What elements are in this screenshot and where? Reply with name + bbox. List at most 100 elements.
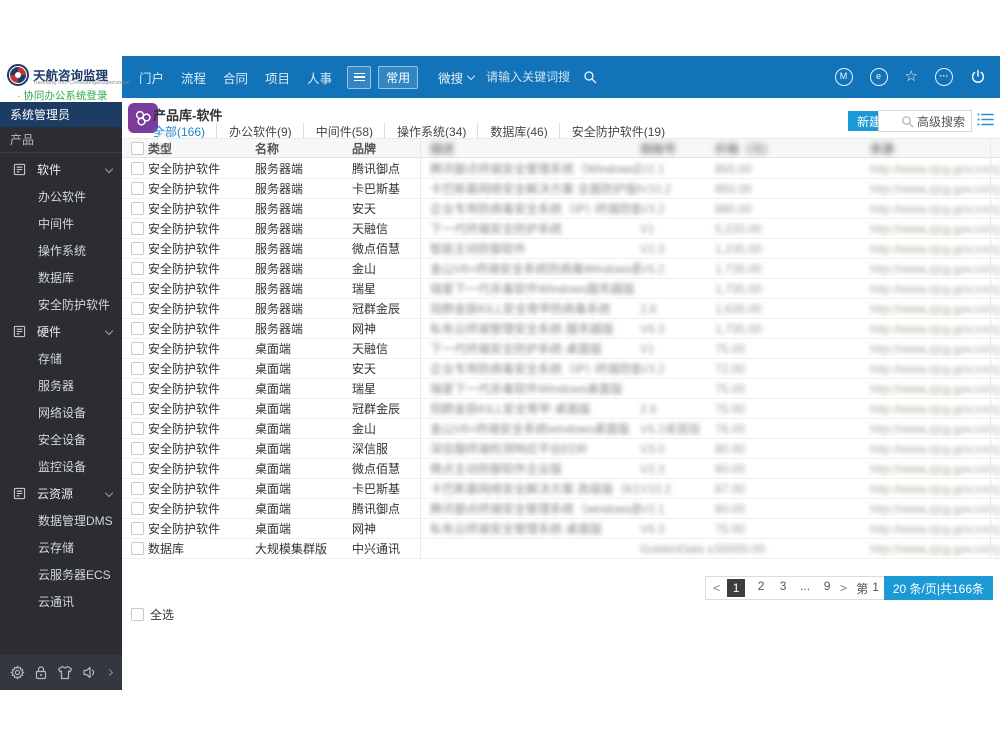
row-checkbox[interactable] [131, 242, 144, 255]
table-row[interactable]: 安全防护软件 服务器端 瑞星 瑞星下一代杀毒软件Windows服务器版 1,73… [122, 279, 1000, 299]
row-checkbox[interactable] [131, 162, 144, 175]
table-row[interactable]: 安全防护软件 桌面端 网神 私有云终端安全管理系统·桌面版 V6.3 75.00… [122, 519, 1000, 539]
sidebar-subitem[interactable]: 数据管理DMS [0, 507, 122, 534]
row-checkbox[interactable] [131, 422, 144, 435]
row-checkbox[interactable] [131, 342, 144, 355]
cell-source-link[interactable]: http://www.zjcg.gov.cn/cjkg/ [870, 542, 1000, 556]
cell-source-link[interactable]: http://www.zjcg.gov.cn/cjkg/ [870, 302, 1000, 316]
header-description[interactable]: 描述 [430, 140, 640, 157]
row-checkbox[interactable] [131, 462, 144, 475]
table-row[interactable]: 安全防护软件 服务器端 金山 金山V8+终端安全系统防病毒Windows服务器版… [122, 259, 1000, 279]
row-checkbox[interactable] [131, 302, 144, 315]
row-checkbox[interactable] [131, 502, 144, 515]
row-checkbox[interactable] [131, 522, 144, 535]
sidebar-group[interactable]: 硬件 [0, 318, 122, 345]
collapse-arrow-icon[interactable] [106, 668, 114, 677]
theme-shirt-icon[interactable] [57, 665, 73, 680]
header-source[interactable]: 来源 [870, 140, 1000, 157]
topnav-item[interactable]: 门户 [139, 68, 164, 87]
cell-source-link[interactable]: http://www.zjcg.gov.cn/cjkg/ [870, 322, 1000, 336]
select-all-checkbox[interactable] [131, 608, 144, 621]
m-badge-icon[interactable]: M [834, 68, 853, 86]
topnav-item[interactable]: 项目 [265, 68, 290, 87]
table-row[interactable]: 安全防护软件 桌面端 冠群金辰 冠群金辰KILL安全胄甲·桌面版 2.6 75.… [122, 399, 1000, 419]
select-all-header-checkbox[interactable] [131, 141, 144, 155]
page-size-summary-badge[interactable]: 20 条/页|共166条 [883, 576, 993, 600]
sidebar-subitem[interactable]: 网络设备 [0, 399, 122, 426]
oa-login-link[interactable]: · 协同办公系统登录 [17, 88, 107, 103]
cell-source-link[interactable]: http://www.zjcg.gov.cn/cjkg/ [870, 222, 1000, 236]
topnav-item[interactable]: 人事 [307, 68, 332, 87]
table-row[interactable]: 数据库 大规模集群版 中兴通讯 GoldenData s... 50000.00… [122, 539, 1000, 559]
page-number[interactable]: 3 [777, 579, 789, 597]
e-badge-icon[interactable]: e [869, 68, 888, 86]
sidebar-group[interactable]: 软件 [0, 156, 122, 183]
more-modules-button[interactable] [347, 65, 372, 89]
table-row[interactable]: 安全防护软件 桌面端 瑞星 瑞星下一代杀毒软件Windows桌面版 75.00 … [122, 379, 1000, 399]
cell-source-link[interactable]: http://www.zjcg.gov.cn/cjkg/ [870, 502, 1000, 516]
table-row[interactable]: 安全防护软件 桌面端 金山 金山V8+终端安全系统windows桌面版 V6.2… [122, 419, 1000, 439]
list-view-icon[interactable] [977, 112, 994, 127]
row-checkbox[interactable] [131, 542, 144, 555]
global-search-input[interactable] [484, 69, 584, 85]
sidebar-subitem[interactable]: 云通讯 [0, 588, 122, 615]
sidebar-subitem[interactable]: 操作系统 [0, 237, 122, 264]
row-checkbox[interactable] [131, 482, 144, 495]
sidebar-subitem[interactable]: 数据库 [0, 264, 122, 291]
settings-gear-icon[interactable] [9, 665, 25, 680]
cell-source-link[interactable]: http://www.zjcg.gov.cn/cjkg/ [870, 262, 1000, 276]
row-checkbox[interactable] [131, 402, 144, 415]
row-checkbox[interactable] [131, 322, 144, 335]
more-options-icon[interactable]: ··· [935, 68, 953, 86]
table-row[interactable]: 安全防护软件 服务器端 网神 私有云终端管理安全系统·服务器版 V6.3 1,7… [122, 319, 1000, 339]
cell-source-link[interactable]: http://www.zjcg.gov.cn/cjkg/ [870, 402, 1000, 416]
cell-source-link[interactable]: http://www.zjcg.gov.cn/cjkg/ [870, 482, 1000, 496]
power-logout-icon[interactable] [970, 69, 986, 85]
row-checkbox[interactable] [131, 222, 144, 235]
table-row[interactable]: 安全防护软件 桌面端 腾讯御点 腾讯御点终端安全管理系统（windows版）V2… [122, 499, 1000, 519]
sidebar-subitem[interactable]: 云存储 [0, 534, 122, 561]
topnav-item[interactable]: 流程 [181, 68, 206, 87]
cell-source-link[interactable]: http://www.zjcg.gov.cn/cjkg/ [870, 342, 1000, 356]
table-search-input[interactable] [879, 115, 901, 127]
cell-source-link[interactable]: http://www.zjcg.gov.cn/cjkg/ [870, 362, 1000, 376]
cell-source-link[interactable]: http://www.zjcg.gov.cn/cjkg/ [870, 162, 1000, 176]
cell-source-link[interactable]: http://www.zjcg.gov.cn/cjkg/ [870, 522, 1000, 536]
row-checkbox[interactable] [131, 442, 144, 455]
header-name[interactable]: 名称 [255, 140, 352, 157]
favorites-star-icon[interactable]: ☆ [905, 69, 918, 85]
page-number[interactable]: 1 [727, 579, 746, 597]
topnav-item[interactable]: 合同 [223, 68, 248, 87]
advanced-search-button[interactable]: 高级搜索 [914, 113, 971, 130]
lock-icon[interactable] [34, 665, 48, 680]
sidebar-subitem[interactable]: 存储 [0, 345, 122, 372]
sidebar-subitem[interactable]: 办公软件 [0, 183, 122, 210]
table-row[interactable]: 安全防护软件 服务器端 安天 企业专用防病毒安全系统（IP）·终端防御系统 V3… [122, 199, 1000, 219]
table-row[interactable]: 安全防护软件 桌面端 天融信 下一代终端安全防护系统·桌面版 V1 75.00 … [122, 339, 1000, 359]
sidebar-subitem[interactable]: 监控设备 [0, 453, 122, 480]
cell-source-link[interactable]: http://www.zjcg.gov.cn/cjkg/ [870, 202, 1000, 216]
sidebar-subitem[interactable]: 服务器 [0, 372, 122, 399]
table-row[interactable]: 安全防护软件 服务器端 卡巴斯基 卡巴斯基网络安全解决方案 全面防护版K10.2… [122, 179, 1000, 199]
header-version[interactable]: 规格号 [640, 140, 715, 157]
cell-source-link[interactable]: http://www.zjcg.gov.cn/cjkg/ [870, 382, 1000, 396]
row-checkbox[interactable] [131, 362, 144, 375]
table-row[interactable]: 安全防护软件 桌面端 微点佰慧 微点主动防御软件企业版 V2.3 80.00 h… [122, 459, 1000, 479]
table-row[interactable]: 安全防护软件 服务器端 冠群金辰 冠群金辰KILL安全胄甲防病毒系统 2.6 1… [122, 299, 1000, 319]
table-row[interactable]: 安全防护软件 服务器端 腾讯御点 腾讯御点终端安全管理系统（Windows版） … [122, 159, 1000, 179]
cell-source-link[interactable]: http://www.zjcg.gov.cn/cjkg/ [870, 422, 1000, 436]
table-row[interactable]: 安全防护软件 服务器端 天融信 下一代终端安全防护系统 V1 5,220.00 … [122, 219, 1000, 239]
pinned-tab[interactable]: 常用 [378, 65, 419, 89]
sidebar-subitem[interactable]: 云服务器ECS [0, 561, 122, 588]
page-number[interactable]: 2 [755, 579, 767, 597]
cell-source-link[interactable]: http://www.zjcg.gov.cn/cjkg/ [870, 462, 1000, 476]
table-row[interactable]: 安全防护软件 桌面端 卡巴斯基 卡巴斯基网络安全解决方案 高级版（K10）·K1… [122, 479, 1000, 499]
header-brand[interactable]: 品牌 [352, 140, 430, 157]
jump-page-value[interactable]: 1 [872, 580, 879, 597]
search-scope-dropdown[interactable]: 微搜 [438, 68, 476, 87]
row-checkbox[interactable] [131, 182, 144, 195]
cell-source-link[interactable]: http://www.zjcg.gov.cn/cjkg/ [870, 442, 1000, 456]
table-row[interactable]: 安全防护软件 服务器端 微点佰慧 智能主动防御软件 V2.3 1,235.00 … [122, 239, 1000, 259]
sidebar-subitem[interactable]: 中间件 [0, 210, 122, 237]
table-row[interactable]: 安全防护软件 桌面端 深信服 深信服终端检测响应平台EDR V3.0 80.00… [122, 439, 1000, 459]
